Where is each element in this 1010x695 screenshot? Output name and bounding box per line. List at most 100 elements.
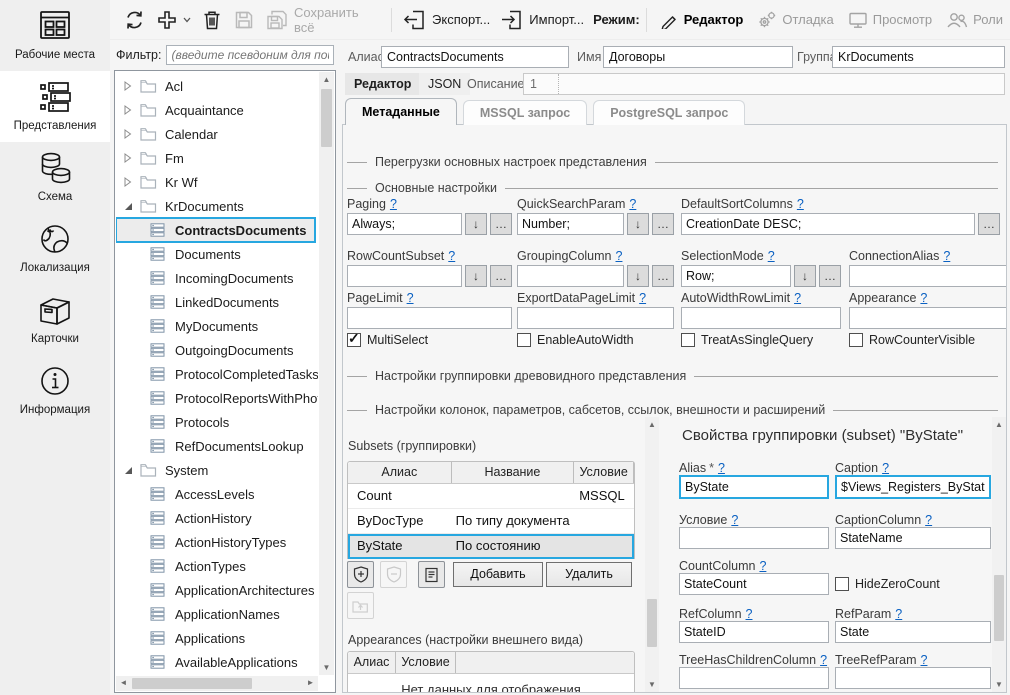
expander-icon[interactable] (124, 81, 140, 91)
tree-item[interactable]: RefDocumentsLookup (116, 434, 318, 458)
tree-item[interactable]: ApplicationNames (116, 602, 318, 626)
tree-item[interactable]: Acquaintance (116, 98, 318, 122)
description-field[interactable]: 1 (523, 73, 1005, 95)
column-header-name[interactable]: Название (452, 462, 575, 483)
filter-input[interactable] (166, 45, 334, 65)
prop-captioncolumn-input[interactable] (835, 527, 991, 549)
expander-icon[interactable] (124, 129, 140, 139)
scroll-left-arrow[interactable]: ◄ (116, 676, 131, 691)
selectionmode-more-button[interactable]: … (819, 265, 841, 287)
quicksearchparam-dropdown-button[interactable]: ↓ (627, 213, 649, 235)
prop-refcolumn-input[interactable] (679, 621, 829, 643)
help-link[interactable]: ? (921, 653, 928, 667)
help-link[interactable]: ? (390, 197, 397, 211)
editor-toggle[interactable]: Редактор (345, 73, 420, 95)
scroll-right-arrow[interactable]: ► (303, 676, 318, 691)
prop-countcolumn-input[interactable] (679, 573, 829, 595)
help-link[interactable]: ? (759, 559, 766, 573)
prop-treerefparam-input[interactable] (835, 667, 991, 689)
quicksearchparam-more-button[interactable]: … (652, 213, 674, 235)
subsets-column-scrollbar[interactable]: ▲ ▼ (645, 417, 659, 692)
selectionmode-input[interactable] (681, 265, 791, 287)
prop-refparam-input[interactable] (835, 621, 991, 643)
tab-mssql-query[interactable]: MSSQL запрос (463, 100, 587, 125)
selectionmode-dropdown-button[interactable]: ↓ (794, 265, 816, 287)
tree-item[interactable]: LinkedDocuments (116, 290, 318, 314)
defaultsortcolumns-more-button[interactable]: … (978, 213, 1000, 235)
help-link[interactable]: ? (629, 197, 636, 211)
appearance-input[interactable] (849, 307, 1007, 329)
tree-item[interactable]: Kr Wf (116, 170, 318, 194)
tree-item[interactable]: Fm (116, 146, 318, 170)
name-input[interactable] (603, 46, 793, 68)
defaultsortcolumns-input[interactable] (681, 213, 975, 235)
expander-icon[interactable] (124, 105, 140, 115)
option-checkbox[interactable]: ✓ TreatAsSingleQuery (681, 333, 849, 347)
tree-item[interactable]: Acl (116, 74, 318, 98)
help-link[interactable]: ? (943, 249, 950, 263)
quicksearchparam-input[interactable] (517, 213, 624, 235)
sidebar-item-information[interactable]: Информация (0, 355, 110, 426)
help-link[interactable]: ? (920, 291, 927, 305)
paging-input[interactable] (347, 213, 462, 235)
tree-item[interactable]: ApplicationArchitectures (116, 578, 318, 602)
help-link[interactable]: ? (731, 513, 738, 527)
tree-item[interactable]: MyDocuments (116, 314, 318, 338)
tab-metadata[interactable]: Метаданные (345, 98, 457, 125)
tree-item[interactable]: AvailableDeputyRoles (116, 674, 318, 675)
help-link[interactable]: ? (895, 607, 902, 621)
groupingcolumn-input[interactable] (517, 265, 624, 287)
checkbox-box[interactable]: ✓ (835, 577, 849, 591)
scroll-down-arrow[interactable]: ▼ (645, 677, 659, 692)
subset-row[interactable]: ByDocType По типу документа (348, 509, 634, 534)
help-link[interactable]: ? (616, 249, 623, 263)
mode-editor[interactable]: Редактор (653, 7, 751, 33)
rowcountsubset-more-button[interactable]: … (490, 265, 512, 287)
prop-condition-input[interactable] (679, 527, 829, 549)
tree-item[interactable]: ContractsDocuments (116, 218, 315, 242)
rowcountsubset-dropdown-button[interactable]: ↓ (465, 265, 487, 287)
help-link[interactable]: ? (639, 291, 646, 305)
scroll-up-arrow[interactable]: ▲ (992, 417, 1006, 432)
tree-item[interactable]: ActionHistory (116, 506, 318, 530)
groupingcolumn-dropdown-button[interactable]: ↓ (627, 265, 649, 287)
tree-item[interactable]: ProtocolCompletedTasks (116, 362, 318, 386)
tree-item[interactable]: Applications (116, 626, 318, 650)
mode-roles[interactable]: Роли (939, 7, 1010, 33)
subset-add-button[interactable]: Добавить (453, 562, 543, 587)
sidebar-item-schema[interactable]: Схема (0, 142, 110, 213)
sidebar-item-localization[interactable]: Локализация (0, 213, 110, 284)
column-header-alias[interactable]: Алиас (348, 462, 452, 483)
sidebar-item-views[interactable]: Представления (0, 71, 110, 142)
refresh-button[interactable] (118, 5, 151, 35)
scroll-thumb[interactable] (132, 678, 252, 689)
delete-button[interactable] (196, 5, 228, 35)
mode-preview[interactable]: Просмотр (841, 7, 939, 33)
autowidthrowlimit-input[interactable] (681, 307, 841, 329)
expander-icon[interactable] (124, 153, 140, 163)
subset-row[interactable]: Count MSSQL (348, 484, 634, 509)
option-checkbox[interactable]: ✓ EnableAutoWidth (517, 333, 681, 347)
tree-item[interactable]: KrDocuments (116, 194, 318, 218)
help-link[interactable]: ? (407, 291, 414, 305)
description-splitter[interactable] (558, 74, 559, 94)
tree-item[interactable]: Protocols (116, 410, 318, 434)
rowcountsubset-input[interactable] (347, 265, 462, 287)
help-link[interactable]: ? (820, 653, 827, 667)
expander-icon[interactable] (124, 201, 140, 211)
import-button[interactable]: Импорт... (495, 5, 589, 35)
tree-item[interactable]: ProtocolReportsWithPhot (116, 386, 318, 410)
scroll-down-arrow[interactable]: ▼ (992, 677, 1006, 692)
subset-move-up-button[interactable] (347, 592, 374, 619)
tree-item[interactable]: System (116, 458, 318, 482)
mode-debug[interactable]: Отладка (750, 6, 840, 33)
groupingcolumn-more-button[interactable]: … (652, 265, 674, 287)
tree-item[interactable]: ActionHistoryTypes (116, 530, 318, 554)
export-button[interactable]: Экспорт... (398, 5, 495, 35)
sidebar-item-cards[interactable]: Карточки (0, 284, 110, 355)
column-header-condition[interactable]: Условие (396, 652, 456, 673)
subset-add-role-button[interactable] (347, 561, 374, 588)
json-toggle[interactable]: JSON (419, 73, 470, 95)
help-link[interactable]: ? (768, 249, 775, 263)
prop-treehaschildrencolumn-input[interactable] (679, 667, 829, 689)
